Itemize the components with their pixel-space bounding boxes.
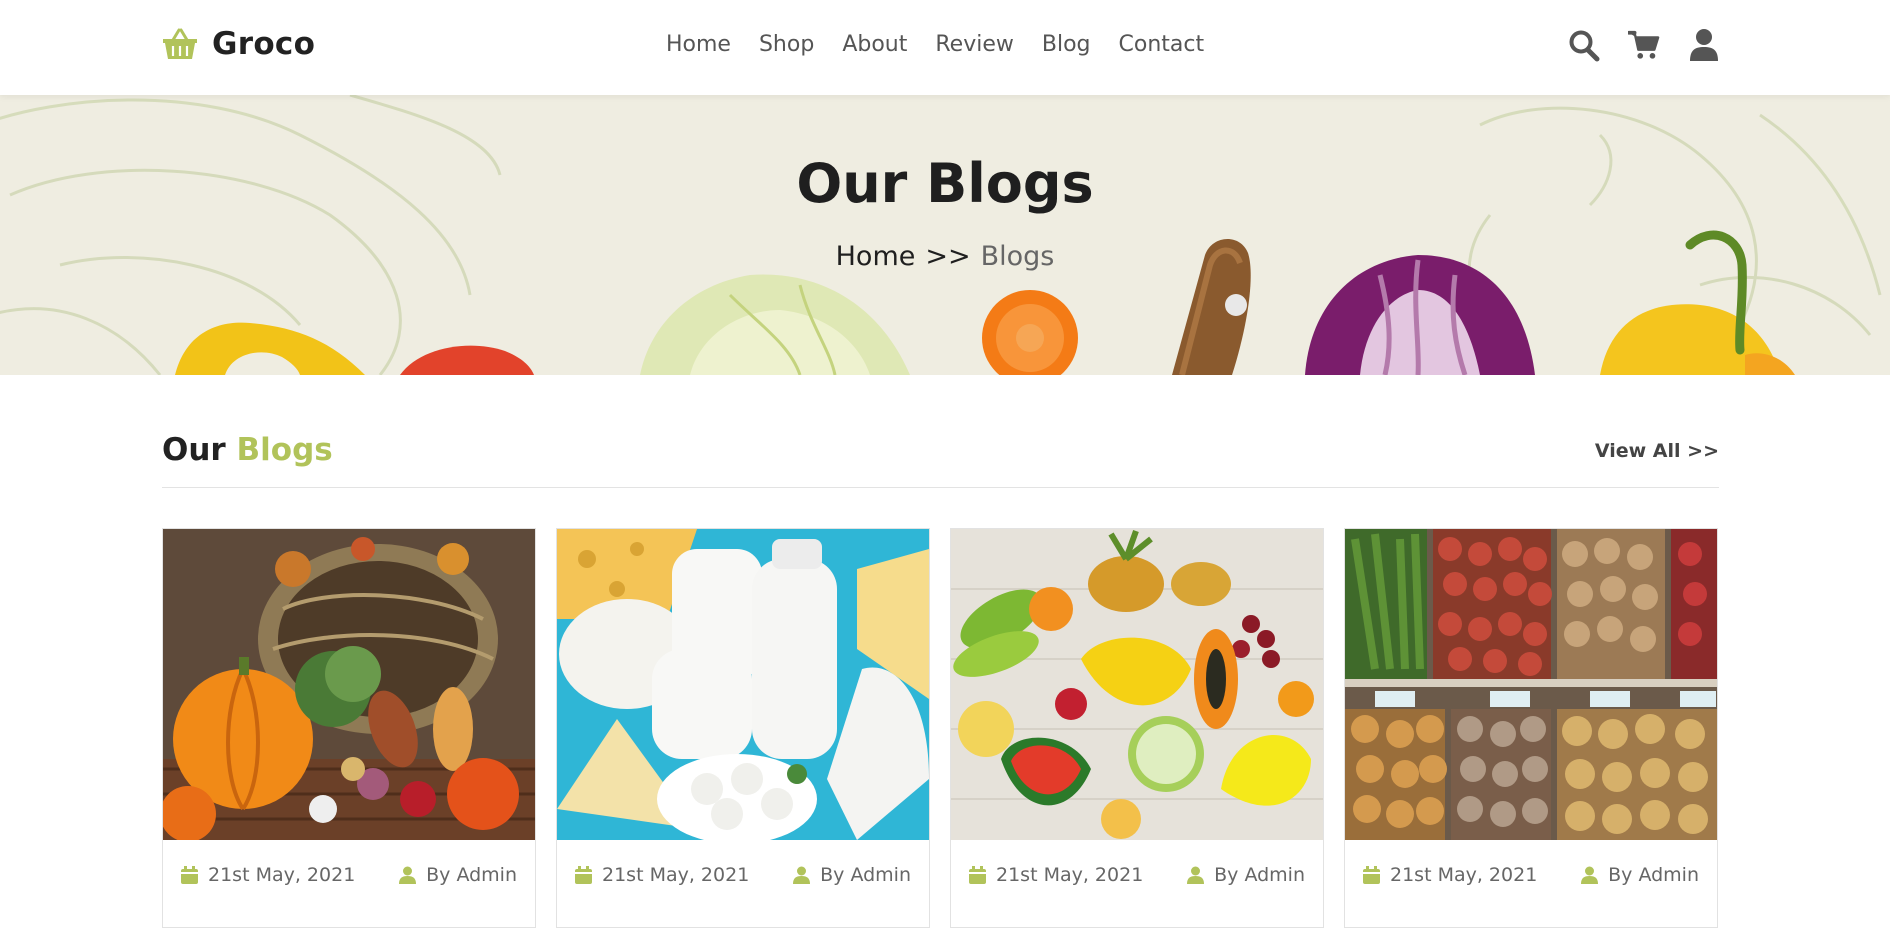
card-meta: 21st May, 2021 By Admin <box>1345 840 1717 910</box>
blog-card-grid: 21st May, 2021 By Admin 21st May, 2021 B… <box>162 528 1718 928</box>
user-icon <box>1581 866 1599 884</box>
search-icon[interactable] <box>1568 28 1600 62</box>
card-author-text: By Admin <box>426 864 517 886</box>
view-all-link[interactable]: View All >> <box>1595 440 1719 462</box>
user-icon[interactable] <box>1688 28 1720 62</box>
calendar-icon <box>575 866 592 884</box>
nav-about[interactable]: About <box>842 32 907 57</box>
blog-card[interactable]: 21st May, 2021 By Admin <box>162 528 536 928</box>
card-author: By Admin <box>1187 864 1305 886</box>
card-date-text: 21st May, 2021 <box>996 864 1144 886</box>
card-author: By Admin <box>1581 864 1699 886</box>
nav-home[interactable]: Home <box>666 32 731 57</box>
section-title: Our Blogs <box>162 432 333 468</box>
blog-card[interactable]: 21st May, 2021 By Admin <box>556 528 930 928</box>
blogs-section-header: Our Blogs View All >> <box>162 428 1719 488</box>
card-date: 21st May, 2021 <box>969 864 1143 886</box>
breadcrumb-current: Blogs <box>980 241 1055 272</box>
card-date-text: 21st May, 2021 <box>602 864 750 886</box>
main-nav: Home Shop About Review Blog Contact <box>666 32 1204 57</box>
calendar-icon <box>181 866 198 884</box>
card-author-text: By Admin <box>820 864 911 886</box>
card-date-text: 21st May, 2021 <box>208 864 356 886</box>
user-icon <box>1187 866 1205 884</box>
basket-icon <box>163 28 197 59</box>
card-meta: 21st May, 2021 By Admin <box>951 840 1323 910</box>
user-icon <box>793 866 811 884</box>
nav-shop[interactable]: Shop <box>759 32 814 57</box>
card-author: By Admin <box>399 864 517 886</box>
card-date: 21st May, 2021 <box>1363 864 1537 886</box>
user-icon <box>399 866 417 884</box>
header-actions <box>1568 28 1720 62</box>
calendar-icon <box>969 866 986 884</box>
blog-card[interactable]: 21st May, 2021 By Admin <box>950 528 1324 928</box>
site-header: Groco Home Shop About Review Blog Contac… <box>0 0 1890 95</box>
fresh-fruits-image <box>951 529 1323 840</box>
card-date-text: 21st May, 2021 <box>1390 864 1538 886</box>
card-date: 21st May, 2021 <box>181 864 355 886</box>
market-produce-image <box>1345 529 1717 840</box>
breadcrumb-separator: >> <box>925 241 971 272</box>
calendar-icon <box>1363 866 1380 884</box>
banner-vegetables-illustration <box>0 95 1882 375</box>
card-author-text: By Admin <box>1214 864 1305 886</box>
card-date: 21st May, 2021 <box>575 864 749 886</box>
page-banner: Our Blogs Home >> Blogs <box>0 95 1890 375</box>
breadcrumb: Home >> Blogs <box>0 241 1890 272</box>
card-author-text: By Admin <box>1608 864 1699 886</box>
blog-card[interactable]: 21st May, 2021 By Admin <box>1344 528 1718 928</box>
brand-logo[interactable]: Groco <box>162 26 315 62</box>
brand-name: Groco <box>212 26 316 62</box>
nav-review[interactable]: Review <box>935 32 1014 57</box>
nav-blog[interactable]: Blog <box>1042 32 1091 57</box>
section-title-main: Our <box>162 432 226 468</box>
page-title: Our Blogs <box>796 152 1094 215</box>
dairy-products-image <box>557 529 929 840</box>
card-author: By Admin <box>793 864 911 886</box>
section-title-accent: Blogs <box>236 432 333 468</box>
card-meta: 21st May, 2021 By Admin <box>557 840 929 910</box>
nav-contact[interactable]: Contact <box>1119 32 1205 57</box>
card-meta: 21st May, 2021 By Admin <box>163 840 535 910</box>
cart-icon[interactable] <box>1627 28 1660 62</box>
breadcrumb-home-link[interactable]: Home <box>836 241 916 272</box>
vegetable-basket-image <box>163 529 535 840</box>
